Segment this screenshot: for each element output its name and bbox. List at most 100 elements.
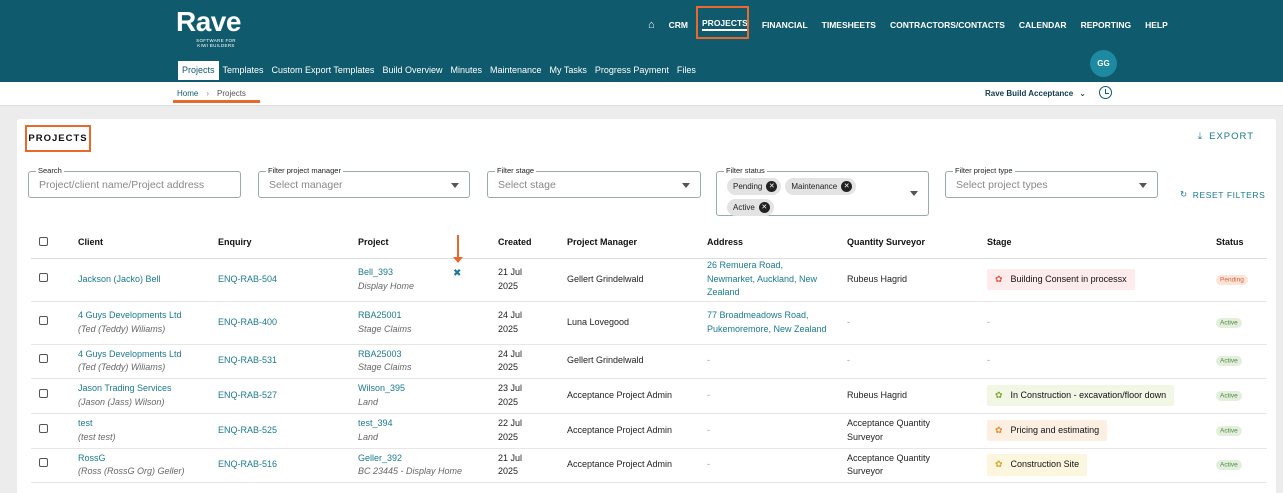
qs-cell: - xyxy=(847,355,850,366)
project-type: Land xyxy=(358,396,379,407)
row-checkbox[interactable] xyxy=(39,458,48,468)
stage-label: Pricing and estimating xyxy=(1010,424,1100,435)
address-cell: - xyxy=(707,424,710,435)
row-checkbox[interactable] xyxy=(39,388,48,398)
client-link[interactable]: RossG xyxy=(78,452,218,466)
nav-help[interactable]: HELP xyxy=(1145,20,1168,30)
nav-crm[interactable]: CRM xyxy=(669,20,688,30)
chevron-down-icon: ⌄ xyxy=(1079,89,1086,98)
status-select[interactable]: Filter status Pending ✕ Maintenance ✕ Acti… xyxy=(716,166,929,216)
tab-custom-export-templates[interactable]: Custom Export Templates xyxy=(268,61,379,80)
chip-maintenance: Maintenance ✕ xyxy=(785,178,857,195)
rave-logo[interactable]: Rave SOFTWARE FOR KIWI BUILDERS xyxy=(176,6,256,48)
nav-timesheets[interactable]: TIMESHEETS xyxy=(822,20,876,30)
export-button[interactable]: ⤓ EXPORT xyxy=(1198,131,1254,142)
created-date: 23 Jul xyxy=(498,383,523,393)
manager-select[interactable]: Filter project manager Select manager xyxy=(258,166,470,198)
table-row[interactable]: test (test test) ENQ-RAB-525 test_394 Land… xyxy=(31,413,1267,449)
client-link[interactable]: 4 Guys Developments Ltd xyxy=(78,348,218,362)
col-project[interactable]: Project xyxy=(358,227,498,259)
status-badge: Active xyxy=(1216,317,1242,328)
avatar[interactable]: GG xyxy=(1090,50,1117,77)
client-link[interactable]: 4 Guys Developments Ltd xyxy=(78,309,218,323)
col-created[interactable]: Created xyxy=(498,227,567,259)
project-link[interactable]: test_394 xyxy=(358,417,498,431)
created-year: 2025 xyxy=(498,396,519,407)
row-checkbox[interactable] xyxy=(39,354,48,364)
status-badge: Active xyxy=(1216,425,1242,436)
close-icon[interactable]: ✕ xyxy=(766,181,778,192)
enquiry-link[interactable]: ENQ-RAB-400 xyxy=(218,317,277,327)
enquiry-link[interactable]: ENQ-RAB-527 xyxy=(218,390,277,400)
tab-projects[interactable]: Projects xyxy=(178,61,219,80)
project-link[interactable]: Wilson_395 xyxy=(358,382,498,396)
breadcrumb-home[interactable]: Home xyxy=(177,89,198,98)
col-enquiry[interactable]: Enquiry xyxy=(218,227,358,259)
qs-cell: Acceptance Quantity Surveyor xyxy=(847,418,931,442)
reset-filters-button[interactable]: ↻ RESET FILTERS xyxy=(1180,189,1265,200)
breadcrumb-current: Projects xyxy=(217,89,246,98)
stage-select[interactable]: Filter stage Select stage xyxy=(487,166,701,198)
client-link[interactable]: test xyxy=(78,417,218,431)
tab-templates[interactable]: Templates xyxy=(219,61,268,80)
table-row[interactable]: RossG (Ross (RossG Org) Geller) ENQ-RAB-5… xyxy=(31,448,1267,483)
client-link[interactable]: Jason Trading Services xyxy=(78,382,218,396)
manager-cell: Gellert Grindelwald xyxy=(567,273,644,284)
stage-label: Construction Site xyxy=(1010,459,1080,470)
caret-down-icon xyxy=(1139,183,1147,188)
table-row[interactable]: 4 Guys Developments Ltd (Ted (Teddy) Wili… xyxy=(31,344,1267,379)
address-cell: - xyxy=(707,459,710,470)
col-stage[interactable]: Stage xyxy=(987,227,1216,259)
table-row[interactable]: Jackson (Jacko) Bell ENQ-RAB-504 Bell_39… xyxy=(31,258,1267,302)
table-row[interactable]: Jason Trading Services (Jason (Jass) Wils… xyxy=(31,378,1267,414)
col-status[interactable]: Status xyxy=(1216,227,1267,259)
reset-filters-label: RESET FILTERS xyxy=(1192,189,1266,200)
tab-maintenance[interactable]: Maintenance xyxy=(486,61,546,80)
caret-down-icon xyxy=(910,191,918,196)
row-checkbox[interactable] xyxy=(39,272,48,282)
close-icon[interactable]: ✕ xyxy=(841,181,853,192)
enquiry-link[interactable]: ENQ-RAB-504 xyxy=(218,274,277,284)
acceptance-select[interactable]: Rave Build Acceptance ⌄ xyxy=(985,89,1086,98)
col-client[interactable]: Client xyxy=(78,227,218,259)
logo-tagline: SOFTWARE FOR KIWI BUILDERS xyxy=(196,38,236,48)
nav-financial[interactable]: FINANCIAL xyxy=(762,20,808,30)
unpin-icon[interactable]: ✖ xyxy=(453,268,461,279)
select-all-checkbox[interactable] xyxy=(39,236,48,246)
project-link[interactable]: RBA25001 xyxy=(358,309,498,323)
nav-contractors[interactable]: CONTRACTORS/CONTACTS xyxy=(890,20,1005,30)
project-type-select[interactable]: Filter project type Select project types xyxy=(945,166,1158,198)
tab-minutes[interactable]: Minutes xyxy=(446,61,486,80)
manager-cell: Acceptance Project Admin xyxy=(567,424,673,435)
client-link[interactable]: Jackson (Jacko) Bell xyxy=(78,273,218,287)
project-link[interactable]: RBA25003 xyxy=(358,348,498,362)
address-cell: - xyxy=(707,355,710,366)
tab-files[interactable]: Files xyxy=(673,61,700,80)
row-checkbox[interactable] xyxy=(39,315,48,325)
close-icon[interactable]: ✕ xyxy=(758,202,770,213)
project-link[interactable]: Geller_392 xyxy=(358,452,498,466)
caret-down-icon xyxy=(451,183,459,188)
search-input[interactable]: Search Project/client name/Project addre… xyxy=(28,166,241,198)
col-project-manager[interactable]: Project Manager xyxy=(567,227,707,259)
tab-progress-payment[interactable]: Progress Payment xyxy=(591,61,673,80)
enquiry-link[interactable]: ENQ-RAB-525 xyxy=(218,425,277,435)
tab-build-overview[interactable]: Build Overview xyxy=(378,61,446,80)
chevron-right-icon: › xyxy=(206,89,210,98)
nav-reporting[interactable]: REPORTING xyxy=(1081,20,1132,30)
table-row[interactable]: 4 Guys Developments Ltd (Ted (Teddy) Wili… xyxy=(31,301,1267,345)
address-link[interactable]: 77 Broadmeadows Road, Pukemoremore, New … xyxy=(707,310,827,334)
project-type: Display Home xyxy=(358,280,415,291)
col-quantity-surveyor[interactable]: Quantity Surveyor xyxy=(847,227,987,259)
tab-my-tasks[interactable]: My Tasks xyxy=(546,61,591,80)
address-link[interactable]: 26 Remuera Road, Newmarket, Auckland, Ne… xyxy=(707,260,817,297)
manager-placeholder: Select manager xyxy=(269,179,343,191)
home-icon[interactable]: ⌂ xyxy=(648,19,655,31)
row-checkbox[interactable] xyxy=(39,423,48,433)
col-address[interactable]: Address xyxy=(707,227,847,259)
project-link[interactable]: Bell_393 xyxy=(358,266,498,280)
nav-calendar[interactable]: CALENDAR xyxy=(1019,20,1067,30)
enquiry-link[interactable]: ENQ-RAB-516 xyxy=(218,459,277,469)
enquiry-link[interactable]: ENQ-RAB-531 xyxy=(218,355,277,365)
clock-icon[interactable] xyxy=(1099,86,1112,99)
